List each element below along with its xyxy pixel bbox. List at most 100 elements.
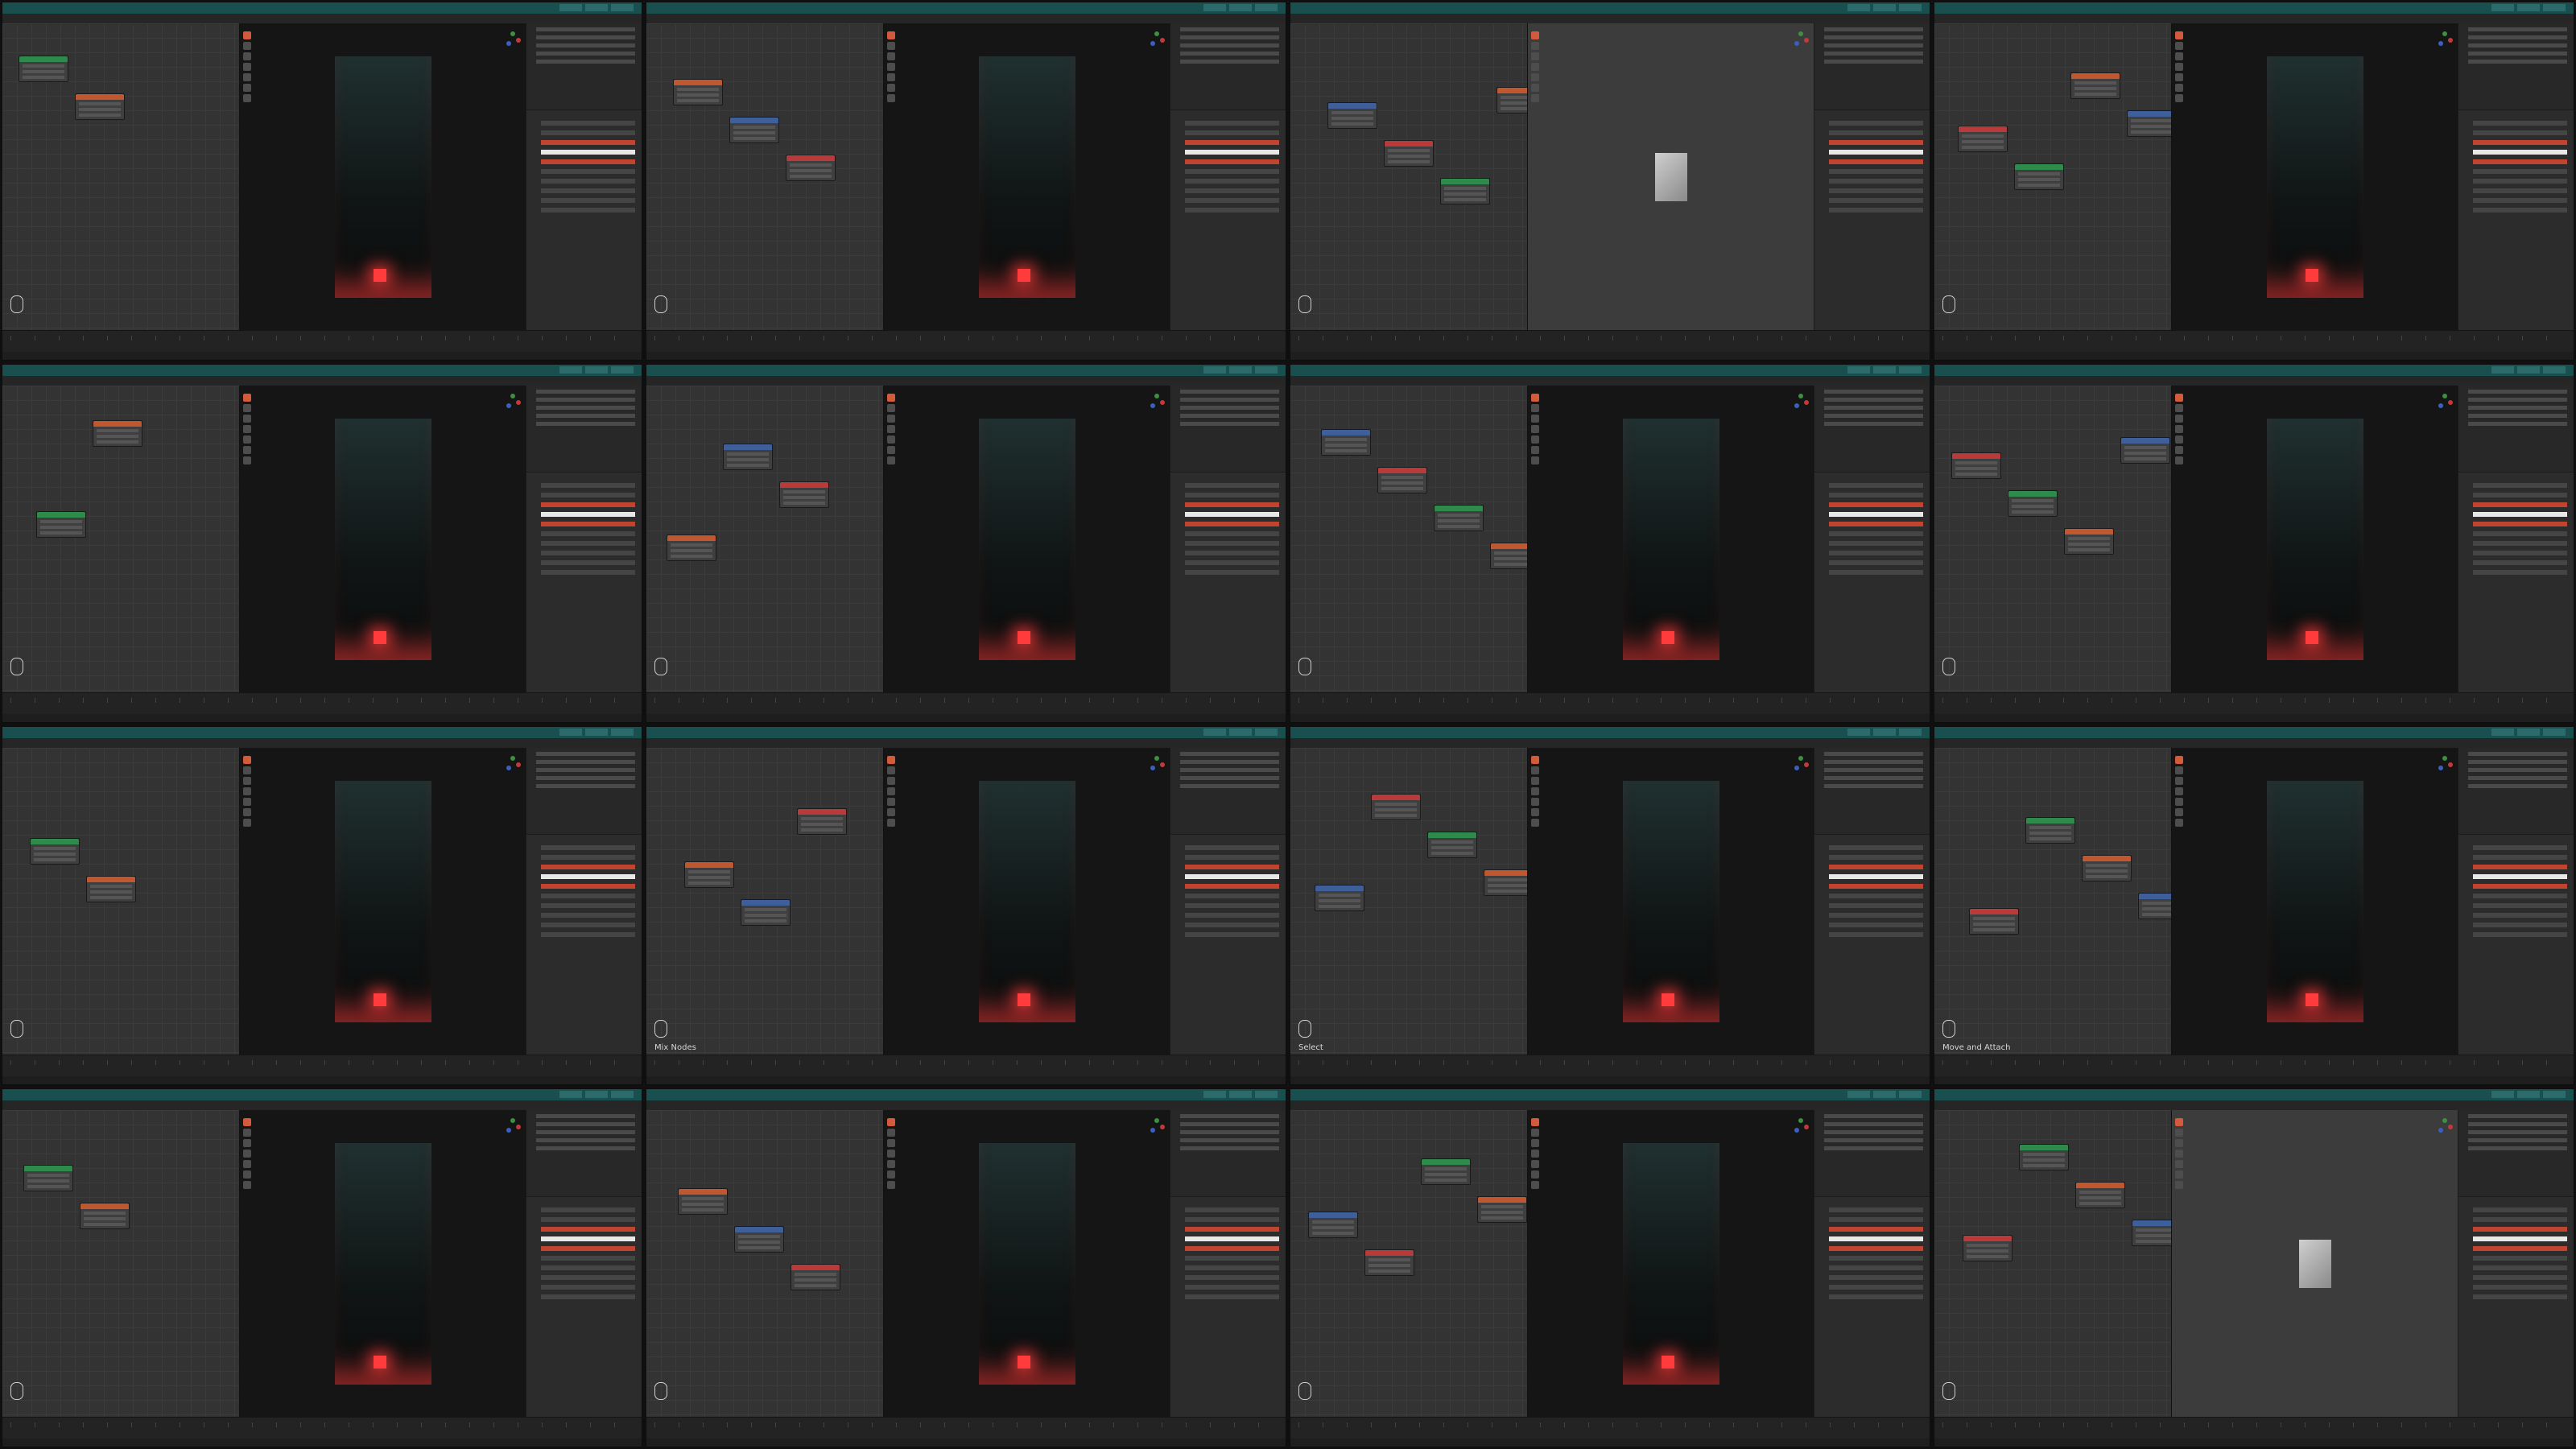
annotate-tool-icon[interactable] bbox=[886, 808, 895, 816]
rotate-tool-icon[interactable] bbox=[1530, 1139, 1539, 1147]
workspace-tabs[interactable] bbox=[559, 4, 634, 11]
annotate-tool-icon[interactable] bbox=[2174, 1170, 2183, 1179]
navigation-gizmo-icon[interactable] bbox=[2437, 394, 2454, 410]
annotate-tool-icon[interactable] bbox=[886, 1170, 895, 1179]
shader-node[interactable] bbox=[30, 838, 80, 865]
outliner[interactable] bbox=[1814, 1110, 1930, 1197]
node-editor[interactable] bbox=[2, 748, 239, 1055]
node-editor[interactable] bbox=[1290, 1110, 1527, 1418]
3d-viewport[interactable] bbox=[2170, 386, 2460, 693]
shader-node[interactable] bbox=[80, 1203, 130, 1229]
outliner[interactable] bbox=[526, 748, 642, 835]
properties-panel[interactable] bbox=[2458, 478, 2574, 693]
rotate-tool-icon[interactable] bbox=[242, 52, 251, 60]
transform-tool-icon[interactable] bbox=[1530, 436, 1539, 444]
measure-tool-icon[interactable] bbox=[886, 94, 895, 102]
workspace-tabs[interactable] bbox=[1203, 1091, 1278, 1098]
rotate-tool-icon[interactable] bbox=[886, 1139, 895, 1147]
timeline[interactable] bbox=[2, 330, 642, 352]
annotate-tool-icon[interactable] bbox=[1530, 808, 1539, 816]
workspace-tabs[interactable] bbox=[559, 729, 634, 736]
timeline[interactable] bbox=[1290, 330, 1930, 352]
annotate-tool-icon[interactable] bbox=[242, 84, 251, 92]
rotate-tool-icon[interactable] bbox=[2174, 777, 2183, 785]
navigation-gizmo-icon[interactable] bbox=[505, 394, 522, 410]
3d-viewport[interactable] bbox=[882, 1110, 1172, 1418]
shader-node[interactable] bbox=[2064, 528, 2114, 555]
move-tool-icon[interactable] bbox=[2174, 1129, 2183, 1137]
3d-viewport[interactable] bbox=[2170, 23, 2460, 331]
select-tool-icon[interactable] bbox=[242, 394, 251, 402]
outliner[interactable] bbox=[526, 23, 642, 110]
3d-viewport[interactable] bbox=[1526, 386, 1816, 693]
scale-tool-icon[interactable] bbox=[1530, 63, 1539, 71]
move-tool-icon[interactable] bbox=[242, 42, 251, 50]
tool-strip[interactable] bbox=[1530, 394, 1539, 514]
shader-node[interactable] bbox=[1364, 1249, 1414, 1276]
shader-node[interactable] bbox=[779, 481, 829, 508]
outliner[interactable] bbox=[1170, 23, 1286, 110]
shader-node[interactable] bbox=[1308, 1212, 1358, 1238]
measure-tool-icon[interactable] bbox=[886, 819, 895, 827]
transform-tool-icon[interactable] bbox=[242, 798, 251, 806]
properties-panel[interactable] bbox=[526, 478, 642, 693]
shader-node[interactable] bbox=[2014, 163, 2064, 190]
shader-node[interactable] bbox=[2127, 110, 2177, 137]
scale-tool-icon[interactable] bbox=[2174, 1150, 2183, 1158]
shader-node[interactable] bbox=[75, 93, 125, 120]
annotate-tool-icon[interactable] bbox=[242, 446, 251, 454]
move-tool-icon[interactable] bbox=[1530, 1129, 1539, 1137]
select-tool-icon[interactable] bbox=[1530, 1118, 1539, 1126]
shader-node[interactable] bbox=[723, 444, 773, 470]
workspace-tabs[interactable] bbox=[559, 366, 634, 374]
measure-tool-icon[interactable] bbox=[886, 1181, 895, 1189]
shader-node[interactable] bbox=[1321, 429, 1371, 456]
rotate-tool-icon[interactable] bbox=[1530, 52, 1539, 60]
tool-strip[interactable] bbox=[1530, 1118, 1539, 1239]
move-tool-icon[interactable] bbox=[886, 1129, 895, 1137]
timeline[interactable] bbox=[1934, 692, 2574, 714]
properties-panel[interactable] bbox=[1814, 116, 1930, 331]
properties-panel[interactable] bbox=[1814, 1203, 1930, 1418]
properties-panel[interactable] bbox=[1170, 840, 1286, 1055]
transform-tool-icon[interactable] bbox=[242, 436, 251, 444]
node-editor[interactable] bbox=[2, 1110, 239, 1418]
annotate-tool-icon[interactable] bbox=[886, 84, 895, 92]
rotate-tool-icon[interactable] bbox=[886, 52, 895, 60]
timeline[interactable] bbox=[646, 1417, 1286, 1439]
navigation-gizmo-icon[interactable] bbox=[1149, 1118, 1166, 1134]
timeline[interactable] bbox=[646, 330, 1286, 352]
outliner[interactable] bbox=[1814, 748, 1930, 835]
timeline[interactable] bbox=[2, 692, 642, 714]
shader-node[interactable] bbox=[1327, 102, 1377, 129]
scale-tool-icon[interactable] bbox=[886, 1150, 895, 1158]
outliner[interactable] bbox=[1814, 386, 1930, 473]
workspace-tabs[interactable] bbox=[1847, 1091, 1922, 1098]
measure-tool-icon[interactable] bbox=[242, 1181, 251, 1189]
properties-panel[interactable] bbox=[1814, 478, 1930, 693]
rotate-tool-icon[interactable] bbox=[886, 415, 895, 423]
timeline[interactable] bbox=[2, 1417, 642, 1439]
measure-tool-icon[interactable] bbox=[2174, 819, 2183, 827]
measure-tool-icon[interactable] bbox=[2174, 94, 2183, 102]
transform-tool-icon[interactable] bbox=[2174, 1160, 2183, 1168]
tool-strip[interactable] bbox=[886, 31, 895, 152]
timeline[interactable] bbox=[1934, 1417, 2574, 1439]
navigation-gizmo-icon[interactable] bbox=[505, 756, 522, 772]
shader-node[interactable] bbox=[1427, 832, 1477, 858]
move-tool-icon[interactable] bbox=[1530, 766, 1539, 774]
workspace-tabs[interactable] bbox=[2491, 1091, 2566, 1098]
workspace-tabs[interactable] bbox=[1847, 366, 1922, 374]
rotate-tool-icon[interactable] bbox=[2174, 415, 2183, 423]
measure-tool-icon[interactable] bbox=[2174, 456, 2183, 464]
transform-tool-icon[interactable] bbox=[242, 73, 251, 81]
annotate-tool-icon[interactable] bbox=[886, 446, 895, 454]
measure-tool-icon[interactable] bbox=[242, 819, 251, 827]
measure-tool-icon[interactable] bbox=[1530, 1181, 1539, 1189]
scale-tool-icon[interactable] bbox=[242, 787, 251, 795]
outliner[interactable] bbox=[1170, 1110, 1286, 1197]
select-tool-icon[interactable] bbox=[1530, 756, 1539, 764]
move-tool-icon[interactable] bbox=[886, 42, 895, 50]
tool-strip[interactable] bbox=[886, 1118, 895, 1239]
timeline[interactable] bbox=[1934, 330, 2574, 352]
